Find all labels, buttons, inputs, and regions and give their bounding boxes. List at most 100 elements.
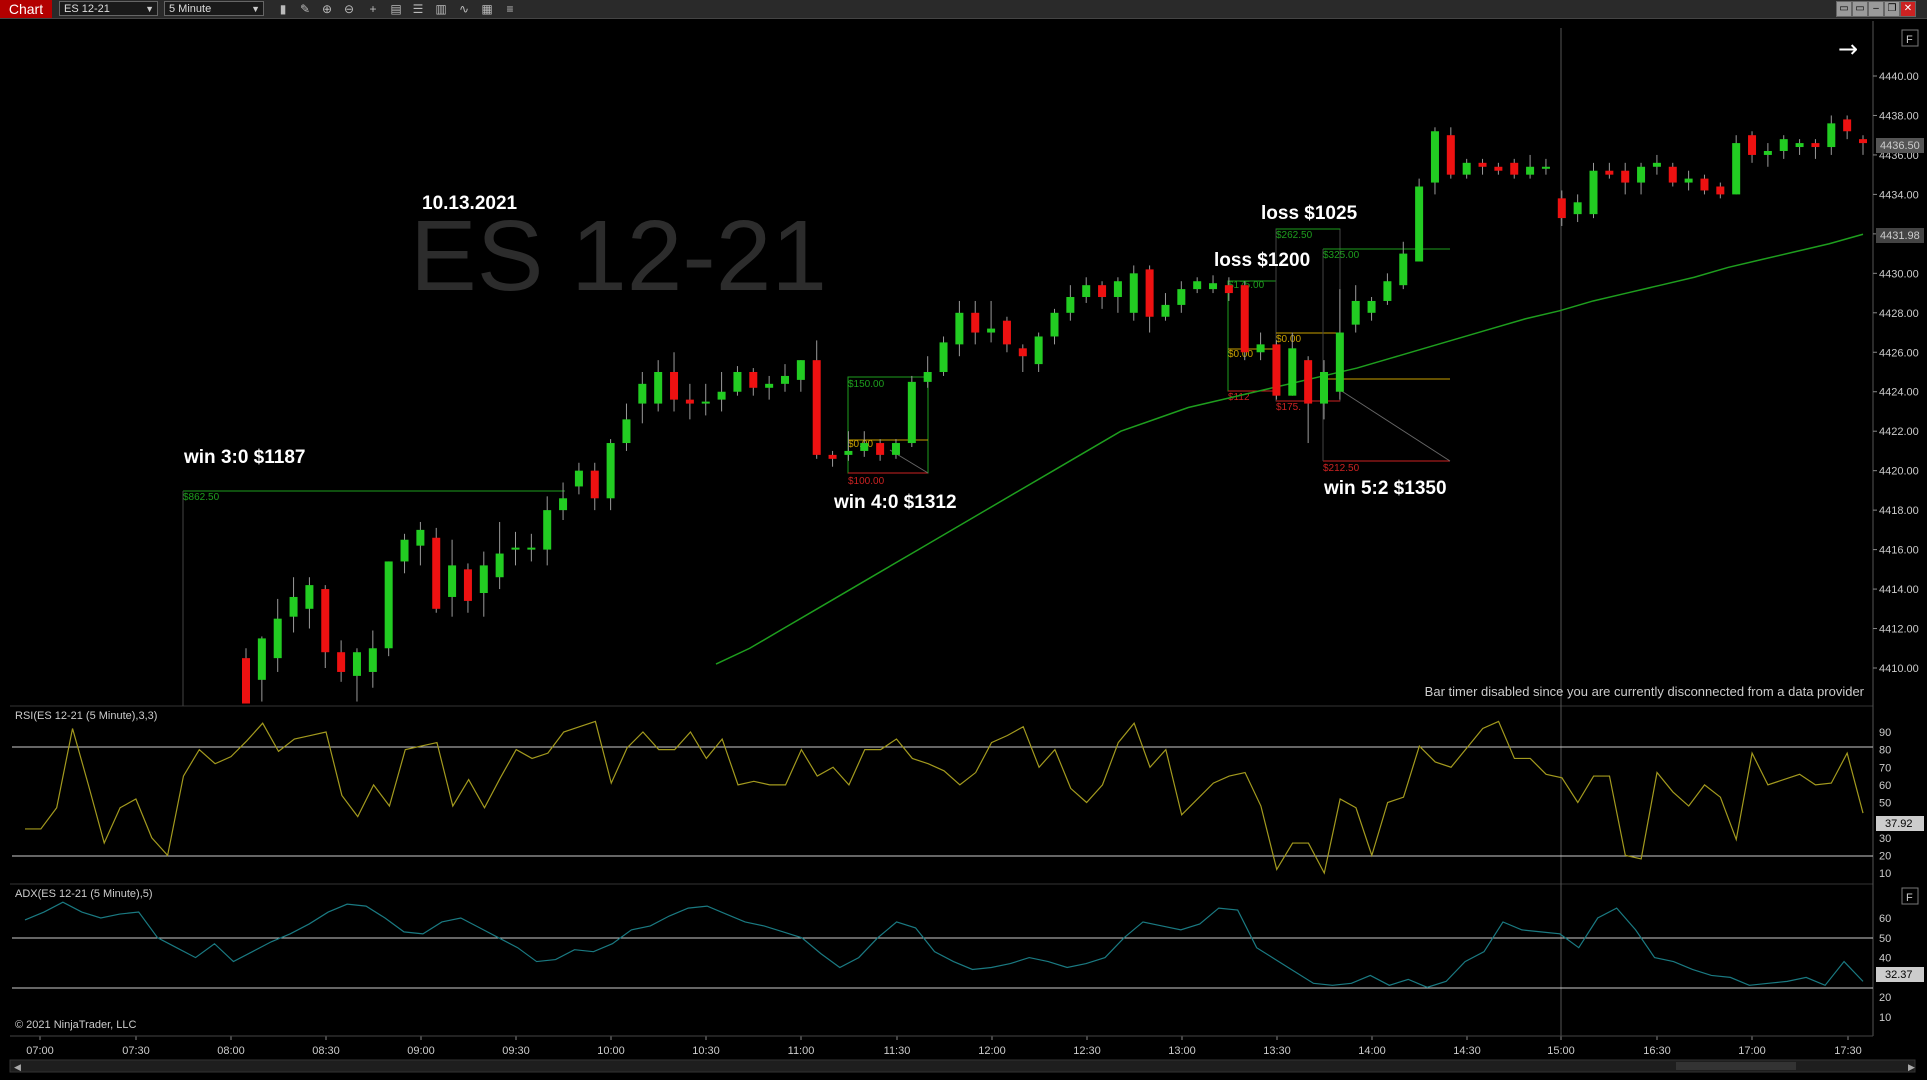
candle-body — [1843, 119, 1852, 132]
candle-body — [590, 470, 599, 499]
candle-body — [1621, 170, 1630, 183]
candle-body — [907, 381, 916, 444]
candle-body — [1082, 285, 1091, 298]
time-tick-label: 12:00 — [978, 1045, 1006, 1057]
candle-body — [1652, 162, 1661, 167]
time-tick-label: 07:00 — [26, 1045, 54, 1057]
rsi-title: RSI(ES 12-21 (5 Minute),3,3) — [15, 710, 157, 722]
rsi-tick-label: 10 — [1879, 868, 1891, 880]
candle-body — [765, 383, 774, 388]
candle-body — [543, 510, 552, 550]
candle-body — [463, 569, 472, 601]
trade-annotation: win 5:2 $1350 — [1323, 478, 1447, 499]
candle-body — [1859, 139, 1867, 144]
candle-body — [1557, 198, 1566, 219]
f-icon: F — [1906, 34, 1913, 46]
candle-body — [1193, 281, 1202, 290]
time-tick-label: 11:00 — [788, 1045, 815, 1057]
candle-body — [1541, 166, 1550, 169]
price-tick-label: 4434.00 — [1879, 189, 1919, 201]
candle-body — [606, 443, 615, 499]
candle-body — [495, 553, 504, 578]
candle-body — [1700, 178, 1709, 191]
time-tick-label: 15:00 — [1547, 1045, 1575, 1057]
candle-body — [670, 372, 679, 400]
time-tick-label: 09:00 — [407, 1045, 435, 1057]
candle-body — [257, 638, 266, 680]
candle-body — [638, 383, 647, 404]
candle-body — [1668, 166, 1677, 183]
rsi-tick-label: 20 — [1879, 850, 1891, 862]
trade-annotation: win 4:0 $1312 — [833, 492, 957, 513]
candle-body — [1478, 162, 1487, 167]
adx-value: 32.37 — [1885, 969, 1913, 981]
candle-body — [939, 342, 948, 372]
candle-body — [1304, 360, 1313, 404]
current-price-value: 4436.50 — [1880, 140, 1920, 152]
candle-body — [1526, 166, 1535, 175]
candle-body — [1288, 348, 1297, 396]
candle-body — [1605, 170, 1614, 175]
adx-title: ADX(ES 12-21 (5 Minute),5) — [15, 888, 153, 900]
candle-body — [1351, 300, 1360, 325]
time-tick-label: 17:00 — [1738, 1045, 1766, 1057]
trade-label: $262.50 — [1276, 230, 1313, 241]
candle-body — [527, 547, 536, 550]
candle-body — [242, 658, 250, 704]
price-tick-label: 4426.00 — [1879, 347, 1919, 359]
candle-body — [828, 454, 837, 459]
candle-body — [1145, 269, 1154, 317]
trade-label: $150.00 — [848, 379, 885, 390]
trade-annotation: loss $1200 — [1214, 250, 1310, 271]
candle-body — [1256, 344, 1265, 353]
rsi-tick-label: 50 — [1879, 798, 1891, 810]
candle-body — [1510, 162, 1519, 175]
candle-body — [559, 498, 568, 511]
scroll-right-icon[interactable]: ▶ — [1908, 1063, 1915, 1073]
candle-body — [1034, 336, 1043, 365]
candle-body — [384, 561, 393, 649]
trade-label: $0.00 — [1276, 334, 1301, 345]
candle-body — [891, 443, 900, 455]
candle-body — [1827, 123, 1836, 148]
candle-body — [1002, 320, 1011, 345]
candle-body — [923, 372, 932, 382]
candle-body — [289, 596, 298, 617]
chart-canvas[interactable]: ES 12-21 10.13.2021 $862.50 $150.00 $100… — [0, 0, 1927, 1080]
scroll-left-icon[interactable]: ◀ — [14, 1063, 21, 1073]
candle-body — [1161, 304, 1170, 317]
trade-annotation: loss $1025 — [1261, 203, 1358, 224]
candle-body — [1415, 186, 1424, 262]
candle-body — [511, 547, 520, 550]
date-label: 10.13.2021 — [422, 193, 518, 214]
candle-body — [812, 360, 821, 455]
candle-body — [876, 443, 885, 455]
price-tick-label: 4440.00 — [1879, 71, 1919, 83]
price-tick-label: 4428.00 — [1879, 308, 1919, 320]
candle-body — [622, 419, 631, 444]
scroll-to-end-icon[interactable]: → — [1838, 35, 1858, 63]
time-tick-label: 16:30 — [1643, 1045, 1671, 1057]
candle-body — [479, 565, 488, 594]
price-tick-label: 4410.00 — [1879, 663, 1919, 675]
candle-body — [860, 443, 869, 451]
candle-body — [701, 401, 710, 404]
time-tick-label: 08:30 — [312, 1045, 340, 1057]
candle-body — [1240, 285, 1249, 353]
scrollbar-thumb[interactable] — [1676, 1062, 1796, 1070]
time-tick-label: 12:30 — [1073, 1045, 1101, 1057]
candle-body — [796, 360, 805, 380]
candle-body — [1050, 312, 1059, 337]
time-tick-label: 14:00 — [1358, 1045, 1386, 1057]
horizontal-scrollbar[interactable] — [9, 1059, 1916, 1073]
time-tick-label: 10:30 — [692, 1045, 720, 1057]
rsi-value: 37.92 — [1885, 818, 1913, 830]
price-axis: 4440.004438.004436.004434.004432.004430.… — [1873, 71, 1919, 1024]
candle-body — [1795, 143, 1804, 148]
candle-body — [448, 565, 457, 597]
price-tick-label: 4422.00 — [1879, 426, 1919, 438]
candle-body — [685, 399, 694, 404]
adx-tick-label: 20 — [1879, 992, 1891, 1004]
trade-label: $100.00 — [848, 476, 885, 487]
time-tick-label: 17:30 — [1834, 1045, 1862, 1057]
